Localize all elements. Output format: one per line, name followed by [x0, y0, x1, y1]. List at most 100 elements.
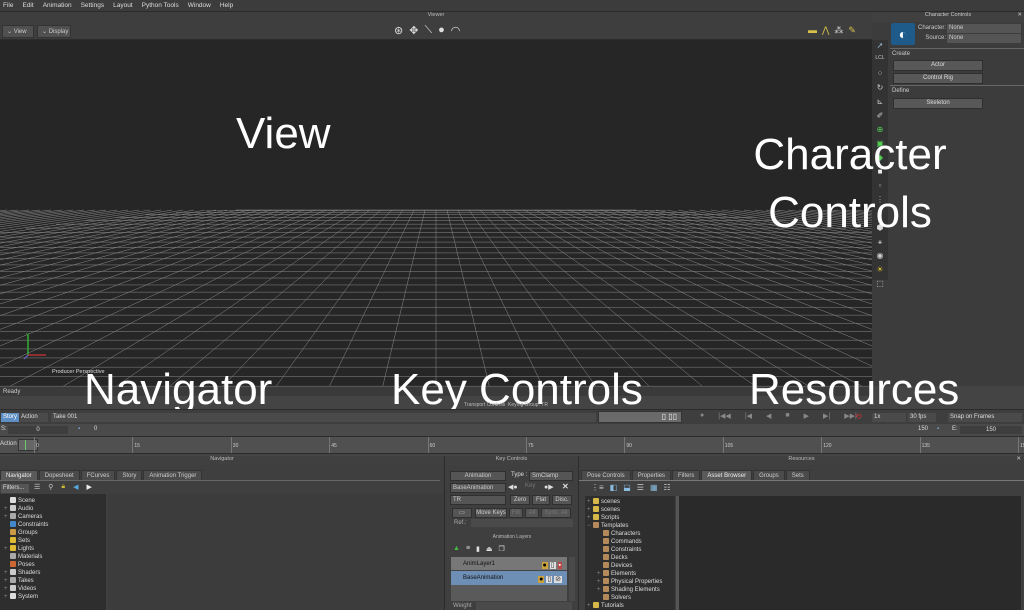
asset-tree-item[interactable]: − Templates — [587, 522, 675, 530]
asset-tree-item[interactable]: Characters — [587, 530, 675, 538]
split-vertical-icon[interactable]: ◧ — [610, 483, 618, 492]
list-view-icon[interactable]: ☰ — [637, 483, 644, 492]
edit-icon[interactable]: ✎ — [848, 25, 856, 36]
source-select[interactable]: None — [947, 34, 1021, 43]
tab-pose-controls[interactable]: Pose Controls — [581, 470, 631, 480]
mute-icon[interactable]: ▯ — [549, 562, 556, 569]
add-layer-icon[interactable]: ▲ — [453, 545, 460, 553]
layer-options-icon[interactable]: ≡ — [466, 545, 470, 553]
tab-groups[interactable]: Groups — [753, 470, 785, 480]
light-icon[interactable]: ● — [438, 24, 445, 37]
local-icon[interactable]: LCL — [873, 55, 887, 68]
move-icon[interactable]: ⁘ — [873, 69, 887, 82]
keying-icon[interactable]: ▬ — [808, 25, 817, 36]
lock-icon[interactable]: 🔒︎ — [61, 483, 65, 491]
menu-window[interactable]: Window — [188, 2, 211, 9]
solo-icon[interactable]: ● — [538, 576, 545, 583]
navigator-item[interactable]: + Lights — [4, 545, 106, 553]
stop-icon[interactable]: ■ — [785, 412, 789, 420]
asset-tree-item[interactable]: + scenes — [587, 506, 675, 514]
record-icon[interactable]: ● — [700, 412, 704, 420]
ref-input[interactable] — [471, 519, 573, 527]
layer-flags[interactable]: ● ▯ ⊘ — [538, 573, 562, 587]
prev-key-icon[interactable]: |◀ — [745, 412, 752, 420]
translate-icon[interactable]: ⟍ — [424, 24, 432, 37]
end-marker-icon[interactable]: ▪ — [937, 426, 939, 432]
disc-button[interactable]: Disc. — [552, 495, 572, 505]
tab-navigator[interactable]: Navigator — [0, 470, 38, 480]
actor-button[interactable]: Actor — [893, 60, 983, 71]
tab-animation-trigger[interactable]: Animation Trigger — [143, 470, 203, 480]
delete-key-icon[interactable]: ✕ — [562, 482, 569, 491]
sun-icon[interactable]: ☀ — [873, 265, 887, 278]
tab-filters[interactable]: Filters — [672, 470, 701, 480]
skeleton-button[interactable]: Skeleton — [893, 98, 983, 109]
prev-key-icon[interactable]: ◀● — [508, 483, 518, 491]
control-rig-button[interactable]: Control Rig — [893, 73, 983, 84]
weight-slider[interactable] — [476, 602, 572, 610]
asset-tree-item[interactable]: Constraints — [587, 546, 675, 554]
tab-asset-browser[interactable]: Asset Browser — [701, 470, 753, 480]
next-key-icon[interactable]: ●▶ — [544, 483, 554, 491]
character-select[interactable]: None — [947, 24, 1021, 33]
layer-row-selected[interactable]: BaseAnimation ● ▯ ⊘ — [451, 571, 567, 585]
icon-view-icon[interactable]: ▦ — [650, 483, 658, 492]
speed-select[interactable]: 1x — [872, 413, 906, 422]
menu-layout[interactable]: Layout — [113, 2, 133, 9]
take-select[interactable]: Take 001 — [51, 413, 596, 422]
menu-settings[interactable]: Settings — [81, 2, 105, 9]
timeline-cursor[interactable] — [18, 439, 38, 451]
navigator-item[interactable]: Poses — [4, 561, 106, 569]
close-icon[interactable]: ✕ — [1016, 456, 1021, 462]
fps-select[interactable]: 30 fps — [908, 413, 936, 422]
navigator-item[interactable]: Materials — [4, 553, 106, 561]
view-menu-button[interactable]: ⌄ View — [2, 25, 34, 38]
navigator-item[interactable]: + Audio — [4, 505, 106, 513]
go-start-icon[interactable]: |◀◀ — [718, 412, 731, 420]
eye-icon[interactable]: ◉ — [873, 251, 887, 264]
back-icon[interactable]: ◀ — [73, 483, 78, 491]
play-icon[interactable]: ▶ — [804, 412, 809, 420]
copy-layer-icon[interactable]: ❐ — [499, 545, 505, 553]
menu-edit[interactable]: Edit — [22, 2, 33, 9]
navigator-item[interactable]: Groups — [4, 529, 106, 537]
curve-icon[interactable]: ⋀ — [822, 25, 829, 36]
tab-fcurves[interactable]: FCurves — [80, 470, 116, 480]
navigator-item[interactable]: Constraints — [4, 521, 106, 529]
merge-layer-icon[interactable]: ⏏ — [486, 545, 493, 553]
close-icon[interactable]: ✕ — [1017, 12, 1022, 18]
flat-button[interactable]: Flat — [532, 495, 550, 505]
asset-tree-item[interactable]: + Scripts — [587, 514, 675, 522]
orbit-icon[interactable]: ⊛ — [394, 24, 403, 37]
story-button[interactable]: Story — [1, 413, 20, 422]
display-menu-button[interactable]: ⌄ Display — [37, 25, 71, 38]
asset-tree-item[interactable]: Solvers — [587, 594, 675, 602]
navigator-item[interactable]: + Cameras — [4, 513, 106, 521]
frame-icon[interactable]: ⬚ — [873, 279, 887, 292]
keying-group-select[interactable]: TR — [450, 495, 506, 505]
rotate-icon[interactable]: ↻ — [873, 83, 887, 96]
select-icon[interactable]: ➚ — [873, 41, 887, 54]
menu-animation[interactable]: Animation — [43, 2, 72, 9]
tab-story[interactable]: Story — [116, 470, 143, 480]
solo-icon[interactable]: ● — [541, 562, 548, 569]
zero-button[interactable]: Zero — [510, 495, 530, 505]
asset-tree-item[interactable]: + Shading Elements — [587, 586, 675, 594]
navigator-item[interactable]: + Shaders — [4, 569, 106, 577]
scale-icon[interactable]: ⊾ — [873, 97, 887, 110]
timeline[interactable]: Action 0 15 30 45 60 75 90 105 120 135 150 — [0, 436, 1024, 454]
navigator-item[interactable]: + Videos — [4, 585, 106, 593]
asset-tree-item[interactable]: + Elements — [587, 570, 675, 578]
character-icon[interactable]: ◐ — [891, 23, 915, 45]
key-button[interactable]: Key — [525, 483, 535, 489]
navigator-item[interactable]: Sets — [4, 537, 106, 545]
filter-button[interactable]: Filt — [509, 508, 523, 518]
tab-properties[interactable]: Properties — [631, 470, 672, 480]
mute-icon[interactable]: ▯ — [546, 576, 553, 583]
action-select[interactable]: Action — [20, 413, 48, 422]
layer-row[interactable]: AnimLayer1 ● ▯ ▪ — [451, 557, 567, 571]
navigator-item[interactable]: + Takes — [4, 577, 106, 585]
current-frame-value[interactable]: 0 — [94, 426, 97, 432]
detail-view-icon[interactable]: ☷ — [664, 483, 671, 492]
sync-all-button[interactable]: Sync. All — [541, 508, 571, 518]
